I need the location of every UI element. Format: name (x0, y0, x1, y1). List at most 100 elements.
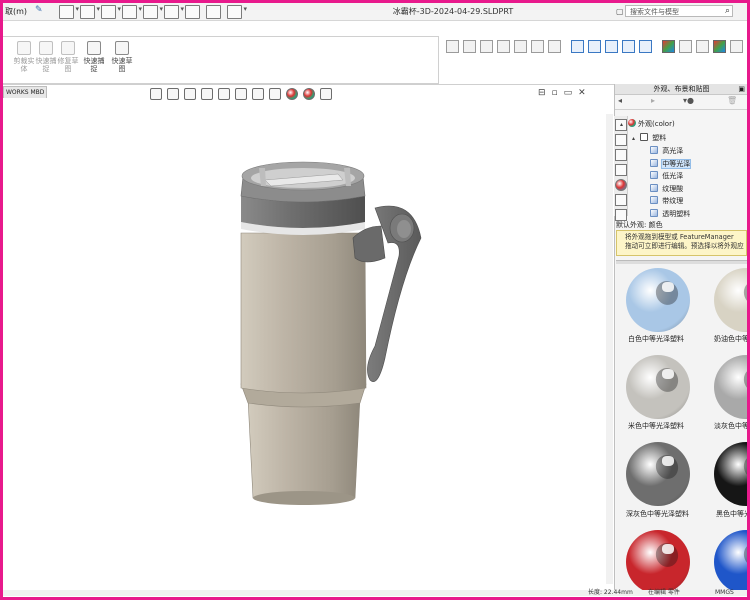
collapse-icon[interactable]: ▴ (620, 119, 628, 132)
status-state: 在编辑 零件 (648, 589, 680, 596)
cup-model[interactable] (3, 98, 613, 590)
tree-item-appearance[interactable]: ▴ 外观(color) (620, 118, 690, 132)
tree-item-textured[interactable]: 带纹理 (620, 195, 690, 208)
sketch-icon[interactable] (571, 40, 584, 53)
swatch-beige-medium-gloss[interactable] (626, 355, 690, 419)
command-group: 剪裁实体 快速捕捉 修复草图 快速捕捉 快速草图 (3, 36, 439, 84)
quick-snap-icon (87, 41, 101, 55)
graphics-area[interactable] (3, 98, 613, 590)
view-bottom-icon[interactable] (531, 40, 544, 53)
view-tools (446, 40, 750, 53)
display-icon[interactable] (605, 40, 618, 53)
material-icon (650, 158, 658, 167)
swatch-dark-gray-medium-gloss[interactable] (626, 442, 690, 506)
quick-sketch-icon (115, 41, 129, 55)
view-iso-icon[interactable] (548, 40, 561, 53)
search-placeholder: 搜索文件与模型 (630, 8, 679, 16)
dynamic-annotation-icon[interactable] (218, 88, 230, 100)
heads-up-toolbar (150, 88, 332, 100)
task-pane-title: 外观、布景和贴图 (653, 85, 710, 93)
tree-item-texture-acid[interactable]: 纹理酸 (620, 183, 690, 196)
quick-snap-button[interactable]: 快速捕捉 (81, 41, 107, 73)
hide-show-items-icon[interactable] (269, 88, 281, 100)
forward-icon[interactable]: ▸ (651, 96, 655, 105)
appearance-gallery: 白色中等光泽塑料 奶油色中等 米色中等光泽塑料 淡灰色中等 深灰色中等光泽塑料 … (616, 264, 747, 590)
display-style-icon[interactable] (252, 88, 264, 100)
swatch-label: 奶油色中等 (714, 335, 747, 343)
view-orientation-icon[interactable] (235, 88, 247, 100)
status-units[interactable]: MMGS (715, 590, 734, 596)
swatch-blue-medium-gloss[interactable] (714, 530, 747, 590)
material-icon (650, 196, 658, 204)
edit-appearance-icon[interactable] (286, 88, 298, 100)
render-icon[interactable] (713, 40, 726, 53)
material-icon (650, 208, 658, 217)
status-length: 长度: 22.44mm (588, 589, 633, 596)
zoom-to-area-icon[interactable] (167, 88, 179, 100)
status-bar: 长度: 22.44mm 在编辑 零件 MMGS (3, 590, 747, 596)
cup-bottom (253, 491, 355, 505)
swatch-cream-medium-gloss[interactable] (714, 268, 747, 332)
view-settings-icon[interactable] (320, 88, 332, 100)
search-icon[interactable]: ⌕ (725, 5, 730, 17)
view-top-icon[interactable] (514, 40, 527, 53)
previous-view-icon[interactable] (184, 88, 196, 100)
repair-icon (61, 41, 75, 55)
view-back-icon[interactable] (463, 40, 476, 53)
swatch-label: 黑色中等光 (716, 510, 747, 518)
tip-line-1: 将外观拖到模型或 FeatureManager (625, 233, 734, 241)
tile-icon[interactable]: ▫ (552, 88, 558, 98)
tip-line-2: 拖动可立即进行编辑。预选择以将外观应 (625, 242, 744, 250)
task-pane-header: 外观、布景和贴图 ▣ (615, 84, 748, 95)
close-icon[interactable]: ✕ (578, 88, 586, 98)
back-icon[interactable]: ◂ (618, 96, 622, 105)
tree-item-plastic[interactable]: ▴ 塑料 (620, 132, 690, 146)
section-view-icon[interactable] (588, 40, 601, 53)
appearance-tree: ▴ 外观(color) ▴ 塑料 高光泽 中等光泽 低光泽 纹理酸 带纹理 透明塑… (620, 118, 692, 221)
quick-sketch-button[interactable]: 快速草图 (109, 41, 135, 73)
layout-icon[interactable] (639, 40, 652, 53)
collapse-icon[interactable]: ▴ (632, 133, 640, 146)
decal-icon[interactable] (696, 40, 709, 53)
snap-icon (39, 41, 53, 55)
swatch-label: 米色中等光泽塑料 (628, 422, 684, 430)
delete-icon[interactable]: 🗑 (727, 96, 737, 105)
swatch-light-gray-medium-gloss[interactable] (714, 355, 747, 419)
zoom-to-fit-icon[interactable] (150, 88, 162, 100)
hide-show-icon[interactable] (622, 40, 635, 53)
material-icon (650, 171, 658, 179)
maximize-icon[interactable]: ▭ (564, 88, 573, 98)
appearance-dropdown-icon[interactable]: ▾● (683, 96, 694, 105)
swatch-label: 淡灰色中等 (714, 422, 747, 430)
swatch-red-medium-gloss[interactable] (626, 530, 690, 590)
cup-body (240, 232, 367, 394)
material-icon (650, 146, 658, 154)
tree-item-transparent[interactable]: 透明塑料 (620, 208, 690, 221)
tree-item-low-gloss[interactable]: 低光泽 (620, 170, 690, 183)
view-left-icon[interactable] (480, 40, 493, 53)
section-view-icon[interactable] (201, 88, 213, 100)
restore-icon[interactable]: ⊟ (538, 88, 546, 98)
search-input[interactable]: ▢ 搜索文件与模型 ⌕ (616, 5, 733, 17)
handle-hinge-cap (397, 220, 411, 238)
tree-item-high-gloss[interactable]: 高光泽 (620, 145, 690, 158)
swatch-white-medium-gloss[interactable] (626, 268, 690, 332)
scene-icon[interactable] (679, 40, 692, 53)
swatch-label: 白色中等光泽塑料 (628, 335, 684, 343)
apply-scene-icon[interactable] (303, 88, 315, 100)
trim-icon (17, 41, 31, 55)
swatch-black-medium-gloss[interactable] (714, 442, 747, 506)
title-bar: 取(m) ✎ 冰霸杯-3D-2024-04-29.SLDPRT ▢ 搜索文件与模… (3, 3, 747, 21)
handle-mount (352, 225, 386, 263)
repair-sketch-button[interactable]: 修复草图 (55, 41, 81, 73)
tree-item-medium-gloss[interactable]: 中等光泽 (620, 158, 692, 171)
view-right-icon[interactable] (497, 40, 510, 53)
material-icon (650, 183, 658, 192)
viewport-scrollbar[interactable] (606, 114, 613, 584)
camera-icon[interactable] (730, 40, 743, 53)
pin-pane-icon[interactable]: ▣ (738, 84, 745, 94)
edit-appearance-icon[interactable] (662, 40, 675, 53)
view-front-icon[interactable] (446, 40, 459, 53)
swatch-label: 深灰色中等光泽塑料 (626, 510, 689, 518)
command-manager: 剪裁实体 快速捕捉 修复草图 快速捕捉 快速草图 (3, 21, 750, 85)
